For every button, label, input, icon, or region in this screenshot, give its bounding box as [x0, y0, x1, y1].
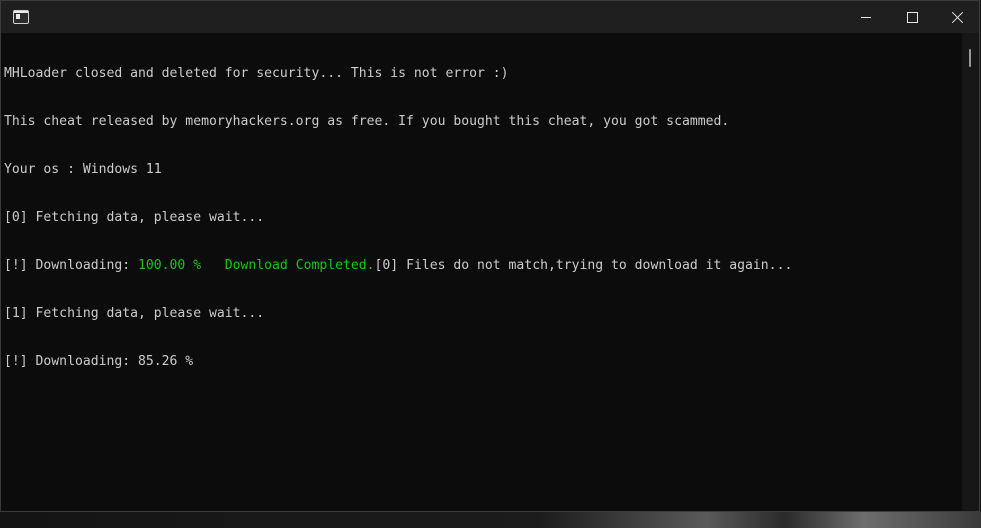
console-window: MHLoader closed and deleted for security… [0, 0, 980, 512]
download-mismatch-text: [0] Files do not match,trying to downloa… [374, 258, 793, 273]
scrollbar-thumb[interactable] [969, 49, 971, 67]
download-spacer [201, 258, 225, 273]
desktop-background [0, 512, 981, 528]
close-button[interactable] [935, 1, 981, 33]
download-prefix: [!] Downloading: [4, 258, 139, 273]
maximize-icon [906, 11, 918, 23]
console-line: [0] Fetching data, please wait... [4, 210, 265, 225]
minimize-button[interactable] [843, 1, 889, 33]
console-line-download: [!] Downloading: 100.00 % Download Compl… [4, 258, 964, 274]
maximize-button[interactable] [889, 1, 935, 33]
minimize-icon [861, 16, 871, 18]
console-line: MHLoader closed and deleted for security… [4, 66, 509, 81]
console-line: This cheat released by memoryhackers.org… [4, 114, 730, 129]
console-line: [!] Downloading: 85.26 % [4, 354, 194, 369]
download-completed-text: Download Completed. [224, 258, 375, 273]
console-line: Your os : Windows 11 [4, 162, 162, 177]
vertical-scrollbar[interactable] [962, 33, 979, 511]
close-icon [952, 11, 964, 23]
console-output[interactable]: MHLoader closed and deleted for security… [4, 34, 964, 504]
download-percent: 100.00 % [138, 258, 202, 273]
terminal-app-icon[interactable] [13, 10, 29, 24]
title-bar[interactable] [1, 1, 979, 33]
console-line: [1] Fetching data, please wait... [4, 306, 265, 321]
